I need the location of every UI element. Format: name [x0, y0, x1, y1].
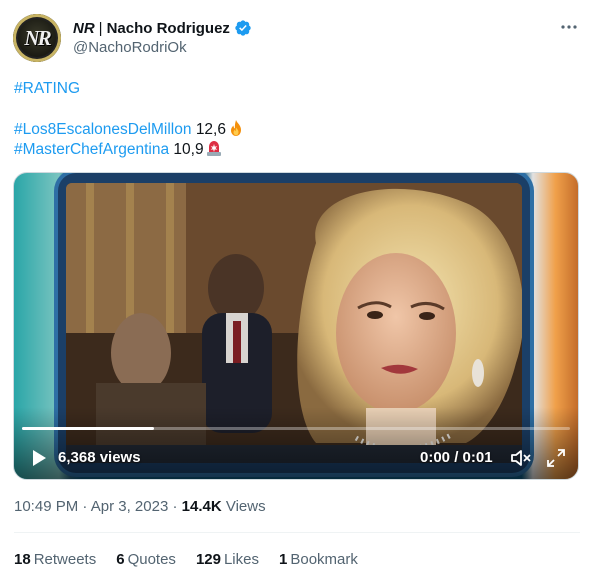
video-view-count: 6,368 views [58, 449, 141, 466]
video-time: 0:00 / 0:01 [420, 449, 493, 466]
play-icon [33, 450, 46, 466]
tweet-time[interactable]: 10:49 PM [14, 498, 78, 515]
retweets-label: Retweets [33, 551, 97, 568]
rating-value: 10,9 [173, 141, 204, 158]
tweet-line: #Los8EscalonesDelMillon 12,6 [14, 119, 245, 140]
meta-separator: · [82, 498, 88, 515]
likes-label: Likes [223, 551, 259, 568]
tweet-line: #MasterChefArgentina 10,9 [14, 139, 223, 160]
view-count: 14.4K [181, 498, 222, 515]
engagement-stats: 18 Retweets 6 Quotes 129 Likes 1 Bookmark [14, 551, 378, 568]
volume-muted-icon[interactable] [510, 448, 532, 468]
video-player[interactable]: 6,368 views 0:00 / 0:01 [13, 172, 579, 480]
quotes-count: 6 [116, 551, 125, 568]
fullscreen-icon[interactable] [546, 448, 566, 468]
bookmarks-stat[interactable]: 1 Bookmark [279, 551, 358, 568]
video-controls-overlay [14, 407, 578, 479]
author-handle[interactable]: @NachoRodriOk [73, 39, 187, 56]
fire-icon [227, 119, 245, 137]
quotes-label: Quotes [127, 551, 176, 568]
quotes-stat[interactable]: 6 Quotes [116, 551, 176, 568]
likes-stat[interactable]: 129 Likes [196, 551, 259, 568]
rating-value: 12,6 [195, 121, 226, 138]
video-progress-fill [22, 427, 154, 430]
video-progress-bar[interactable] [22, 427, 570, 430]
bookmarks-count: 1 [279, 551, 288, 568]
more-options-icon[interactable] [555, 15, 583, 39]
bookmarks-label: Bookmark [290, 551, 358, 568]
avatar[interactable]: NR [13, 14, 61, 62]
retweets-count: 18 [14, 551, 31, 568]
tweet-line: #RATING [14, 79, 80, 99]
author-display-name: Nacho Rodriguez [106, 19, 230, 37]
siren-icon [205, 139, 223, 157]
hashtag-link[interactable]: #Los8EscalonesDelMillon [14, 121, 192, 138]
author-name-row[interactable]: NR | Nacho Rodriguez [73, 18, 252, 38]
author-name-prefix: NR [73, 19, 95, 37]
tweet-date[interactable]: Apr 3, 2023 [91, 498, 169, 515]
tweet-meta: 10:49 PM · Apr 3, 2023 · 14.4K Views [14, 498, 266, 515]
avatar-logo-text: NR [24, 26, 51, 50]
play-button[interactable] [28, 447, 50, 469]
hashtag-link[interactable]: #RATING [14, 80, 80, 97]
divider [14, 532, 580, 533]
likes-count: 129 [195, 551, 221, 568]
verified-badge-icon [234, 19, 252, 37]
retweets-stat[interactable]: 18 Retweets [14, 551, 96, 568]
hashtag-link[interactable]: #MasterChefArgentina [14, 141, 169, 158]
meta-separator: · [172, 498, 178, 515]
view-count-label: Views [225, 498, 266, 515]
author-name-separator: | [98, 19, 103, 37]
